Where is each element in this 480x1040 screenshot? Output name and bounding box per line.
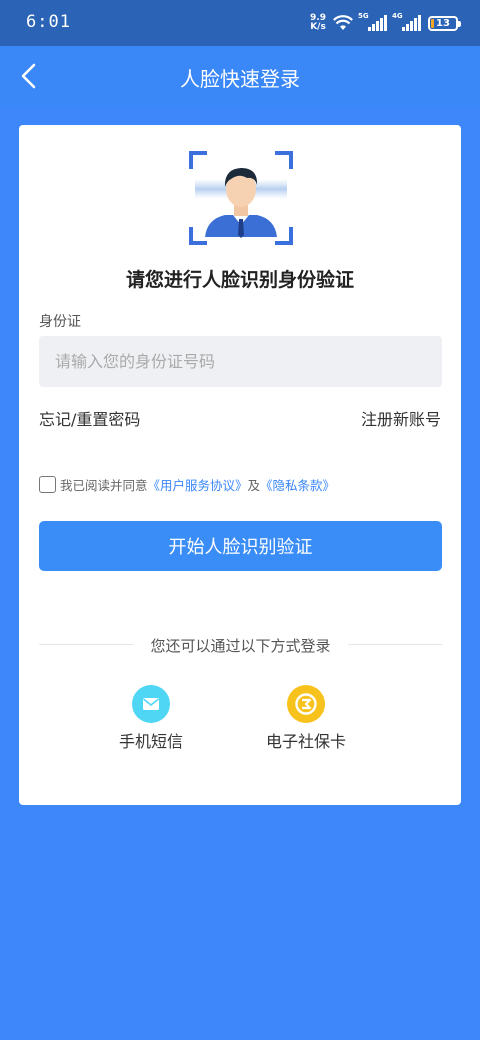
start-face-verification-button[interactable]: 开始人脸识别验证 [39, 521, 442, 571]
privacy-policy-link[interactable]: 《隐私条款》 [260, 475, 335, 494]
alt-login-divider: 您还可以通过以下方式登录 [39, 634, 442, 655]
service-agreement-link[interactable]: 《用户服务协议》 [148, 475, 248, 494]
social-security-card-option[interactable]: 电子社保卡 [246, 685, 366, 752]
wifi-icon [333, 15, 353, 30]
sms-login-label: 手机短信 [118, 732, 183, 751]
status-bar: 6:01 9.9 K/s 5G 4G 13 [0, 0, 480, 46]
social-security-card-icon [287, 685, 325, 723]
register-link[interactable]: 注册新账号 [361, 406, 441, 430]
agreement-row: 我已阅读并同意 《用户服务协议》 及 《隐私条款》 [39, 474, 335, 494]
status-icons: 9.9 K/s 5G 4G 13 [310, 10, 461, 36]
sms-login-option[interactable]: 手机短信 [91, 685, 211, 752]
social-security-card-label: 电子社保卡 [265, 732, 346, 751]
network-speed: 9.9 K/s [310, 13, 326, 32]
login-card: 请您进行人脸识别身份验证 身份证 忘记/重置密码 注册新账号 我已阅读并同意 《… [19, 125, 461, 805]
page-title: 人脸快速登录 [180, 67, 300, 91]
alt-login-caption: 您还可以通过以下方式登录 [150, 637, 331, 655]
battery-icon: 13 [428, 15, 461, 31]
verification-title: 请您进行人脸识别身份验证 [125, 269, 354, 291]
app-header: 人脸快速登录 [0, 46, 480, 106]
envelope-icon [132, 685, 170, 723]
signal-5g-icon: 5G [358, 12, 387, 31]
agreement-checkbox[interactable] [39, 475, 56, 493]
face-scan-icon [189, 151, 293, 245]
signal-4g-icon: 4G [392, 12, 421, 31]
divider-line [348, 644, 442, 645]
agreement-conjunction: 及 [247, 477, 261, 493]
id-card-label: 身份证 [39, 314, 81, 330]
id-number-input[interactable] [39, 336, 442, 387]
forgot-password-link[interactable]: 忘记/重置密码 [39, 406, 140, 430]
agreement-text: 我已阅读并同意 [60, 477, 148, 493]
status-time: 6:01 [26, 12, 71, 32]
battery-fill [431, 18, 434, 28]
